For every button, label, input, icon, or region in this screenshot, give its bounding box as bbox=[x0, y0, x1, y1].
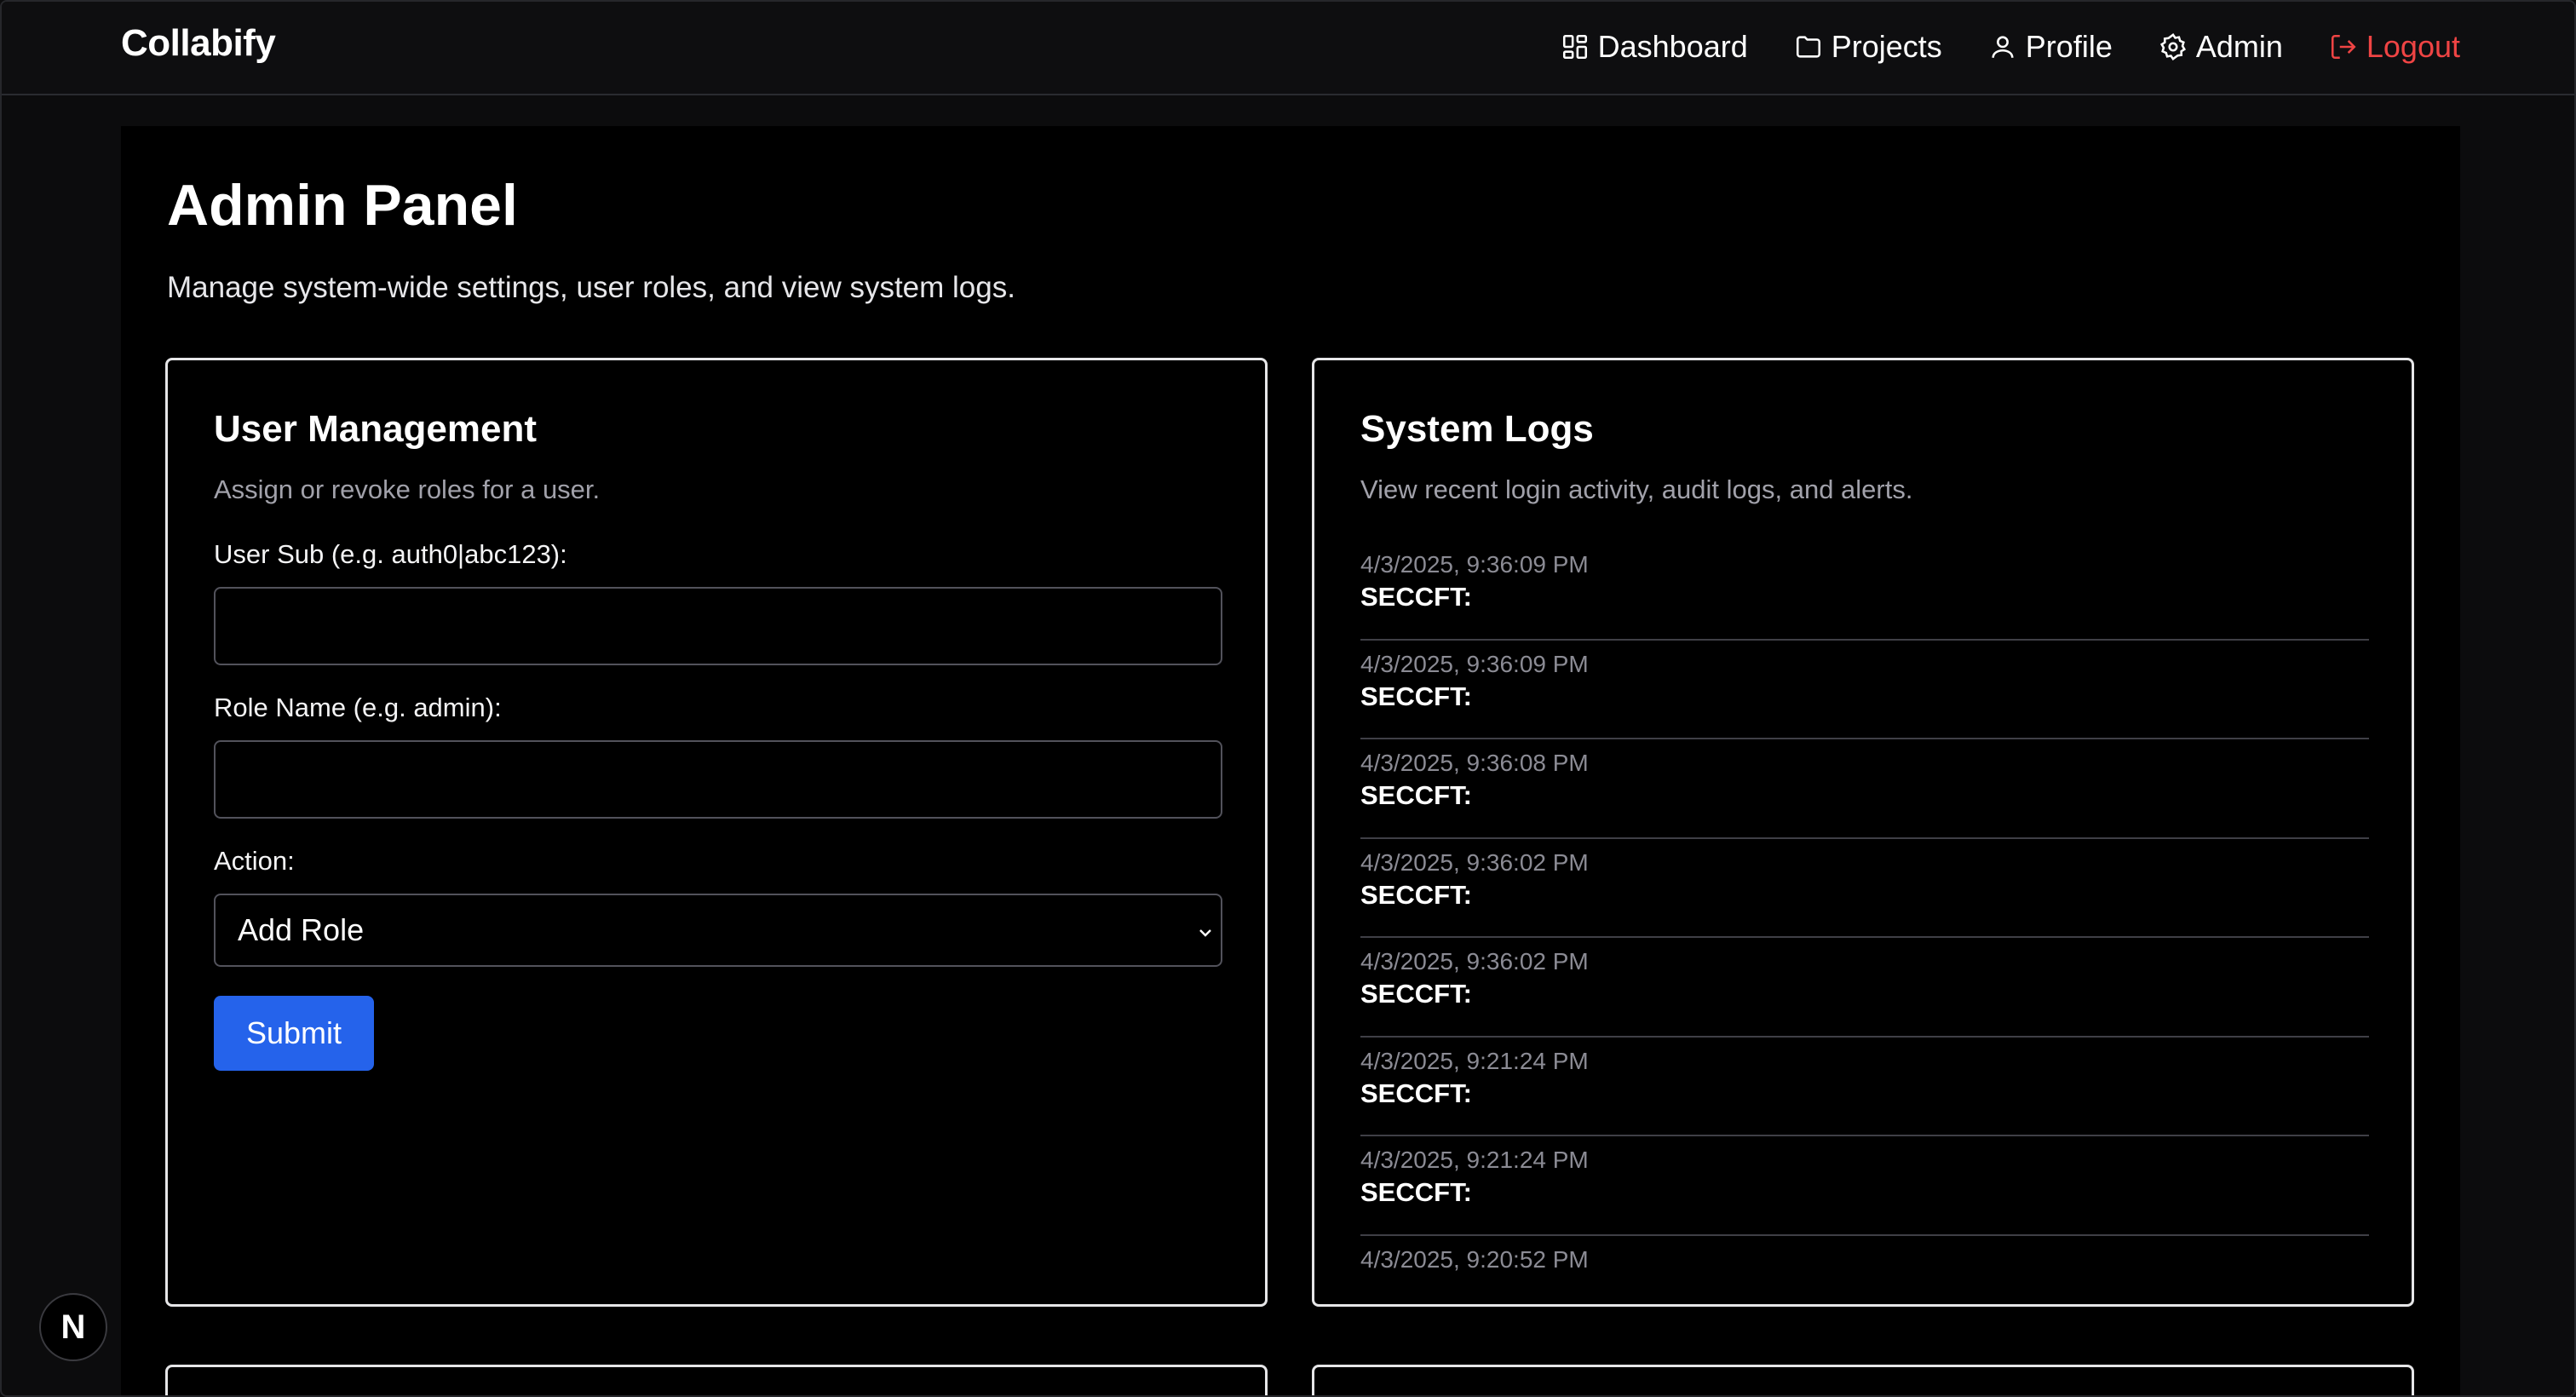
log-entry: 4/3/2025, 9:36:02 PM SECCFT: bbox=[1360, 938, 2369, 1038]
role-name-label: Role Name (e.g. admin): bbox=[214, 693, 502, 722]
log-entry: 4/3/2025, 9:20:52 PM bbox=[1360, 1236, 2369, 1336]
gear-icon bbox=[2159, 33, 2186, 60]
main-nav: Dashboard Projects Profile Admin Logout bbox=[1561, 26, 2460, 68]
page-title: Admin Panel bbox=[167, 173, 518, 238]
nav-admin[interactable]: Admin bbox=[2159, 29, 2283, 65]
log-entry: 4/3/2025, 9:36:08 PM SECCFT: bbox=[1360, 739, 2369, 839]
log-timestamp: 4/3/2025, 9:36:08 PM bbox=[1360, 750, 1589, 776]
main-content: Admin Panel Manage system-wide settings,… bbox=[121, 126, 2460, 1395]
submit-button[interactable]: Submit bbox=[214, 996, 374, 1071]
user-sub-input[interactable] bbox=[214, 587, 1222, 665]
log-event: SECCFT: bbox=[1360, 582, 1472, 612]
nav-dashboard[interactable]: Dashboard bbox=[1561, 29, 1748, 65]
nav-admin-label: Admin bbox=[2195, 29, 2283, 64]
user-management-card: User Management Assign or revoke roles f… bbox=[165, 358, 1268, 1307]
log-event: SECCFT: bbox=[1360, 681, 1472, 711]
log-entry: 4/3/2025, 9:21:24 PM SECCFT: bbox=[1360, 1136, 2369, 1236]
layout-grid-icon bbox=[1562, 34, 1587, 60]
brand-logo[interactable]: Collabify bbox=[121, 22, 276, 65]
nav-dashboard-label: Dashboard bbox=[1597, 29, 1748, 64]
system-logs-title: System Logs bbox=[1360, 408, 1594, 450]
user-management-description: Assign or revoke roles for a user. bbox=[214, 474, 601, 504]
user-sub-label: User Sub (e.g. auth0|abc123): bbox=[214, 539, 567, 569]
nav-profile[interactable]: Profile bbox=[1988, 29, 2113, 65]
system-logs-description: View recent login activity, audit logs, … bbox=[1360, 474, 1913, 504]
lower-left-card bbox=[165, 1365, 1268, 1395]
log-event: SECCFT: bbox=[1360, 1177, 1472, 1207]
log-event: SECCFT: bbox=[1360, 979, 1472, 1009]
log-entry: 4/3/2025, 9:36:02 PM SECCFT: bbox=[1360, 839, 2369, 938]
nav-projects-label: Projects bbox=[1831, 29, 1942, 64]
nav-logout-label: Logout bbox=[2366, 29, 2460, 64]
nav-projects[interactable]: Projects bbox=[1794, 29, 1942, 65]
user-icon bbox=[1992, 36, 2014, 58]
log-event: SECCFT: bbox=[1360, 780, 1472, 810]
action-label: Action: bbox=[214, 846, 295, 876]
log-timestamp: 4/3/2025, 9:20:52 PM bbox=[1360, 1245, 1589, 1273]
nextjs-dev-badge[interactable]: N bbox=[39, 1293, 107, 1361]
log-timestamp: 4/3/2025, 9:36:09 PM bbox=[1360, 551, 1589, 578]
log-timestamp: 4/3/2025, 9:21:24 PM bbox=[1360, 1047, 1589, 1074]
app-window: Collabify Dashboard Projects Profile Adm… bbox=[0, 0, 2576, 1397]
action-select[interactable]: Add Role bbox=[214, 894, 1222, 967]
top-navbar: Collabify Dashboard Projects Profile Adm… bbox=[2, 2, 2574, 95]
nav-profile-label: Profile bbox=[2025, 29, 2113, 64]
log-list: 4/3/2025, 9:36:09 PM SECCFT: 4/3/2025, 9… bbox=[1360, 541, 2369, 1335]
system-logs-card: System Logs View recent login activity, … bbox=[1312, 358, 2414, 1307]
nav-logout[interactable]: Logout bbox=[2329, 29, 2460, 65]
lower-right-card bbox=[1312, 1365, 2414, 1395]
log-timestamp: 4/3/2025, 9:21:24 PM bbox=[1360, 1147, 1589, 1173]
logout-icon bbox=[2331, 34, 2356, 60]
log-entry: 4/3/2025, 9:36:09 PM SECCFT: bbox=[1360, 641, 2369, 739]
log-event: SECCFT: bbox=[1360, 1078, 1472, 1108]
action-selected-value: Add Role bbox=[238, 912, 365, 947]
log-timestamp: 4/3/2025, 9:36:09 PM bbox=[1360, 650, 1589, 677]
log-entry: 4/3/2025, 9:21:24 PM SECCFT: bbox=[1360, 1038, 2369, 1136]
log-timestamp: 4/3/2025, 9:36:02 PM bbox=[1360, 848, 1589, 876]
folder-icon bbox=[1796, 36, 1820, 58]
user-management-title: User Management bbox=[214, 408, 538, 450]
chevron-down-icon bbox=[1199, 929, 1211, 937]
page-description: Manage system-wide settings, user roles,… bbox=[167, 271, 1015, 304]
log-entry: 4/3/2025, 9:36:09 PM SECCFT: bbox=[1360, 541, 2369, 641]
role-name-input[interactable] bbox=[214, 740, 1222, 819]
log-timestamp: 4/3/2025, 9:36:02 PM bbox=[1360, 948, 1589, 974]
log-event: SECCFT: bbox=[1360, 879, 1472, 910]
